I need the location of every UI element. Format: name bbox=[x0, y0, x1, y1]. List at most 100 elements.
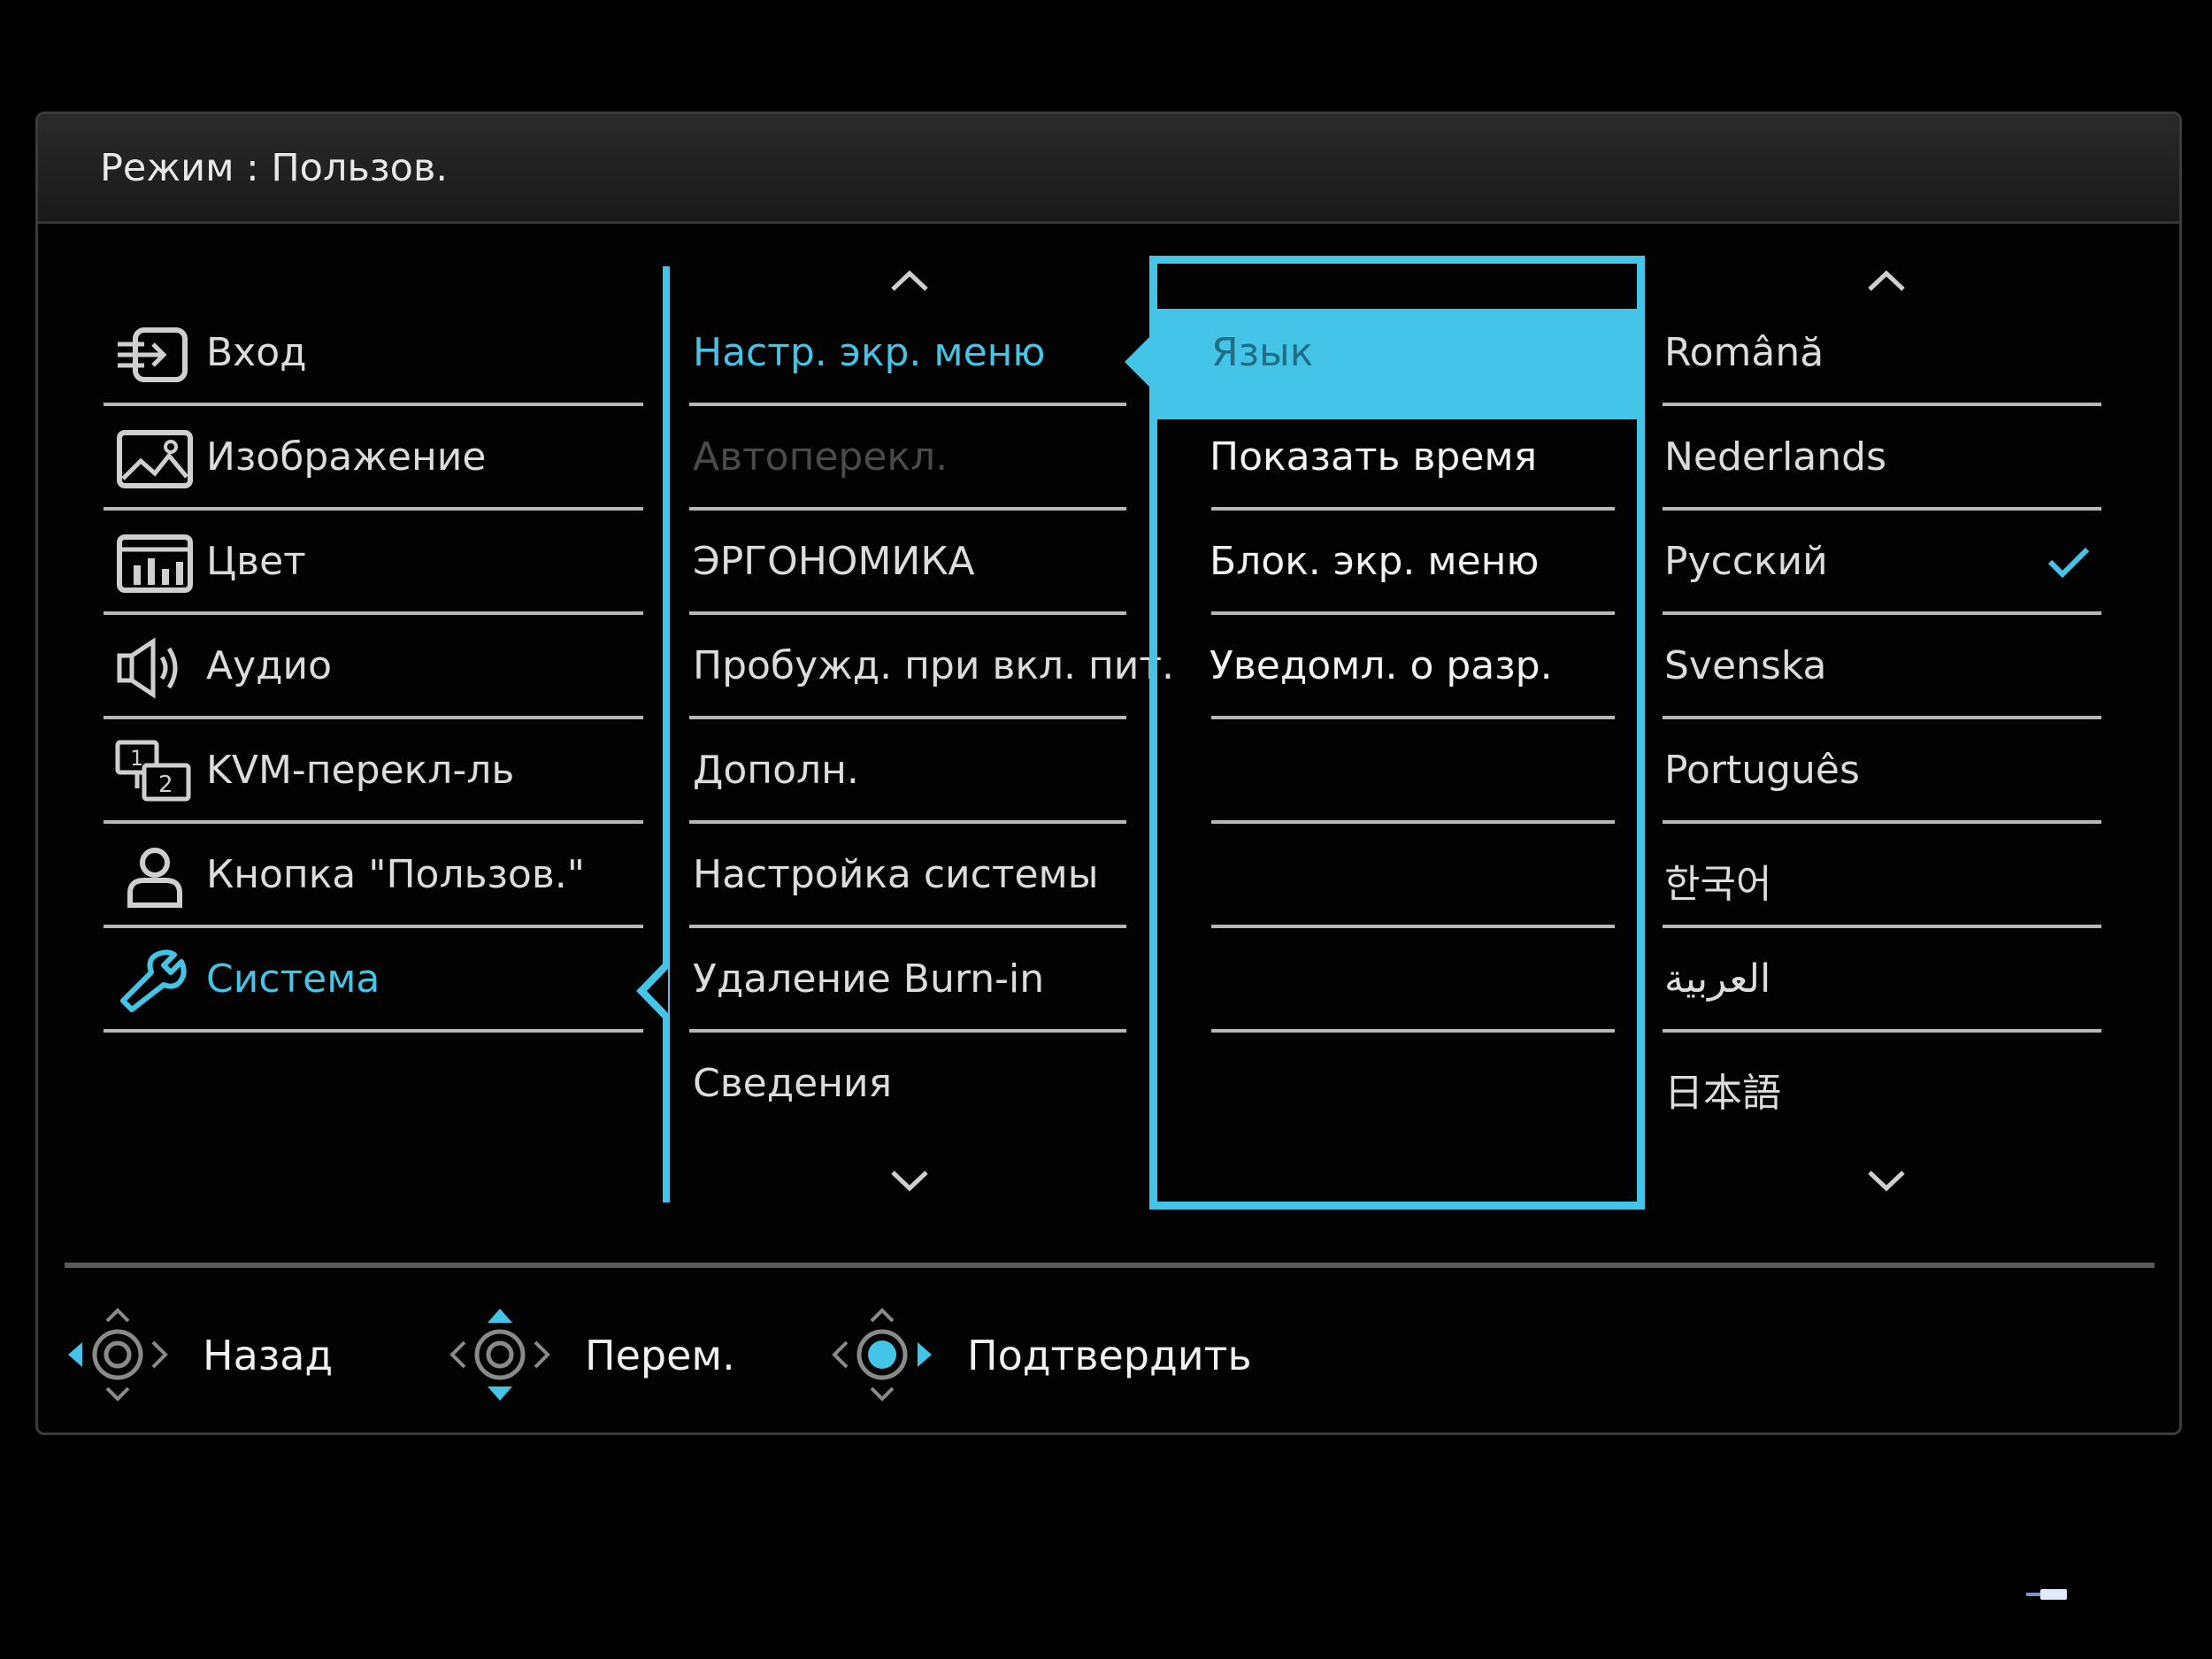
submenu-item-label: ЭРГОНОМИКА bbox=[693, 539, 975, 584]
language-item-label: Nederlands bbox=[1664, 434, 1887, 480]
row-divider bbox=[1663, 716, 2101, 719]
picture-icon bbox=[117, 430, 193, 488]
main-menu-item-7[interactable]: Система bbox=[104, 930, 643, 1034]
option-item-4[interactable]: Уведомл. о разр. bbox=[1176, 617, 1618, 721]
main-menu-item-label: Система bbox=[206, 956, 380, 1002]
joystick-move-icon bbox=[449, 1309, 550, 1401]
row-divider bbox=[104, 611, 643, 615]
language-item-label: Svenska bbox=[1664, 643, 1827, 688]
language-item-1[interactable]: Română bbox=[1663, 303, 2101, 408]
row-divider bbox=[689, 507, 1126, 511]
row-divider bbox=[689, 820, 1126, 824]
submenu-item-label: Дополн. bbox=[693, 748, 859, 793]
submenu-item-8[interactable]: Сведения bbox=[689, 1034, 1126, 1139]
submenu-item-label: Настр. экр. меню bbox=[693, 330, 1046, 375]
language-item-3[interactable]: Русский bbox=[1663, 512, 2101, 617]
submenu-item-label: Автоперекл. bbox=[693, 434, 949, 480]
option-item-3[interactable]: Блок. экр. меню bbox=[1176, 512, 1618, 617]
row-divider bbox=[1211, 611, 1615, 615]
language-item-label: Português bbox=[1664, 748, 1860, 793]
row-divider bbox=[689, 716, 1126, 719]
language-item-8[interactable]: 日本語 bbox=[1663, 1034, 2101, 1139]
submenu-item-1[interactable]: Настр. экр. меню bbox=[689, 303, 1126, 408]
submenu-item-5[interactable]: Дополн. bbox=[689, 721, 1126, 826]
main-menu-item-label: Изображение bbox=[206, 434, 487, 480]
row-divider bbox=[689, 925, 1126, 928]
mode-title: Режим : Пользов. bbox=[100, 146, 448, 190]
row-divider bbox=[104, 1029, 643, 1033]
options-pointer-icon bbox=[1125, 334, 1153, 390]
submenu-pointer-icon bbox=[636, 958, 668, 1024]
user-icon bbox=[127, 848, 182, 908]
main-menu-item-3[interactable]: Цвет bbox=[104, 512, 643, 617]
submenu-item-label: Сведения bbox=[693, 1061, 893, 1106]
confirm-label: Подтвердить bbox=[967, 1332, 1252, 1379]
option-item-label: Блок. экр. меню bbox=[1210, 539, 1540, 584]
option-item-label: Язык bbox=[1211, 330, 1314, 375]
power-led-icon bbox=[2026, 1589, 2067, 1600]
main-menu-item-4[interactable]: Аудио bbox=[104, 617, 643, 721]
row-divider bbox=[689, 611, 1126, 615]
language-item-7[interactable]: العربية bbox=[1663, 930, 2101, 1034]
row-divider bbox=[1663, 611, 2101, 615]
submenu-item-7[interactable]: Удаление Burn-in bbox=[689, 930, 1126, 1034]
submenu-item-2: Автоперекл. bbox=[689, 408, 1126, 512]
joystick-back-icon bbox=[68, 1308, 168, 1402]
language-scroll-up-icon[interactable] bbox=[1866, 268, 1907, 295]
input-icon bbox=[118, 327, 188, 382]
language-item-6[interactable]: 한국어 bbox=[1663, 826, 2101, 930]
option-item-label: Уведомл. о разр. bbox=[1210, 643, 1553, 688]
checkmark-icon bbox=[2047, 547, 2090, 579]
submenu-item-3[interactable]: ЭРГОНОМИКА bbox=[689, 512, 1126, 617]
back-label: Назад bbox=[203, 1332, 334, 1379]
svg-text:2: 2 bbox=[158, 772, 173, 798]
submenu-scroll-down-icon[interactable] bbox=[889, 1167, 930, 1194]
row-divider bbox=[1663, 820, 2101, 824]
main-menu-item-2[interactable]: Изображение bbox=[104, 408, 643, 512]
language-item-label: العربية bbox=[1664, 956, 1771, 1002]
osd-header: Режим : Пользов. bbox=[38, 114, 2179, 224]
option-empty-row bbox=[1176, 930, 1618, 1034]
color-icon bbox=[117, 534, 193, 593]
submenu-scroll-up-icon[interactable] bbox=[889, 268, 930, 295]
main-menu-item-5[interactable]: 1 2 KVM-перекл-ль bbox=[104, 721, 643, 826]
row-divider bbox=[1663, 1029, 2101, 1033]
row-divider bbox=[1663, 925, 2101, 928]
row-divider bbox=[1211, 507, 1615, 511]
row-divider bbox=[104, 403, 643, 406]
row-divider bbox=[1211, 716, 1615, 719]
kvm-icon: 12 bbox=[115, 740, 191, 802]
submenu-item-6[interactable]: Настройка системы bbox=[689, 826, 1126, 930]
option-empty-row bbox=[1176, 826, 1618, 930]
joystick-confirm-icon bbox=[832, 1308, 932, 1402]
submenu-item-label: Удаление Burn-in bbox=[693, 956, 1045, 1002]
osd-menu-window: Режим : Пользов. Вход Изображение Цвет Ауди… bbox=[35, 111, 2182, 1435]
row-divider bbox=[689, 1029, 1126, 1033]
row-divider bbox=[104, 820, 643, 824]
language-item-label: Română bbox=[1664, 330, 1824, 375]
language-item-5[interactable]: Português bbox=[1663, 721, 2101, 826]
submenu-item-label: Пробужд. при вкл. пит. bbox=[693, 643, 1175, 688]
main-menu-item-1[interactable]: Вход bbox=[104, 303, 643, 408]
row-divider bbox=[1211, 820, 1615, 824]
row-divider bbox=[1211, 1029, 1615, 1033]
row-divider bbox=[104, 507, 643, 511]
option-empty-row bbox=[1176, 721, 1618, 826]
submenu-divider bbox=[663, 266, 670, 1202]
main-menu-item-label: Кнопка "Пользов." bbox=[206, 852, 585, 897]
row-divider bbox=[104, 925, 643, 928]
language-scroll-down-icon[interactable] bbox=[1866, 1167, 1907, 1194]
row-divider bbox=[689, 403, 1126, 406]
main-menu-item-label: Вход bbox=[206, 330, 307, 375]
option-item-1[interactable]: Язык bbox=[1176, 303, 1618, 408]
main-menu-item-label: KVM-перекл-ль bbox=[206, 748, 515, 793]
row-divider bbox=[1663, 507, 2101, 511]
language-item-label: 한국어 bbox=[1664, 862, 1772, 907]
svg-text:1: 1 bbox=[130, 746, 143, 771]
submenu-item-4[interactable]: Пробужд. при вкл. пит. bbox=[689, 617, 1174, 721]
option-item-2[interactable]: Показать время bbox=[1176, 408, 1618, 512]
language-item-4[interactable]: Svenska bbox=[1663, 617, 2101, 721]
wrench-icon bbox=[120, 949, 187, 1012]
language-item-2[interactable]: Nederlands bbox=[1663, 408, 2101, 512]
main-menu-item-6[interactable]: Кнопка "Пользов." bbox=[104, 826, 643, 930]
